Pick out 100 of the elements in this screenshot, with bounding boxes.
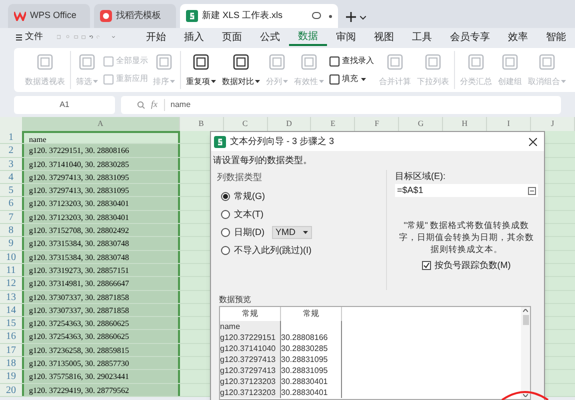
table-cell: g120. 37575816, 30. 29023441 <box>22 370 180 383</box>
table-cell: g120. 37123203, 30. 28830401 <box>22 197 180 210</box>
ribbon-tab[interactable]: 审阅 <box>327 28 365 46</box>
dialog-prompt: 请设置每列的数据类型。 <box>212 154 313 167</box>
caret-icon <box>93 80 98 83</box>
radio-button[interactable] <box>221 228 230 237</box>
name-box[interactable]: A1 <box>14 96 115 114</box>
radio-option[interactable]: 日期(D) YMD <box>221 226 386 239</box>
dialog-title: 文本分列向导 - 3 步骤之 3 <box>230 134 334 148</box>
table-cell: g120. 37141040, 30. 28830285 <box>22 158 180 170</box>
document-tab[interactable]: WPS Office <box>8 4 90 28</box>
tool-icon <box>467 52 485 70</box>
scroll-up-icon[interactable] <box>523 308 528 312</box>
quick-access-icons-drawing <box>57 32 100 42</box>
scroll-down-icon[interactable] <box>523 394 528 396</box>
tool-icon <box>300 52 318 70</box>
scrollbar[interactable] <box>521 306 530 398</box>
negative-checkbox-option[interactable]: 按负号跟踪负数(M) <box>395 259 538 272</box>
tool-icon <box>386 52 404 70</box>
new-tab-icon[interactable] <box>346 12 356 22</box>
caret-icon <box>283 80 288 83</box>
file-menu[interactable]: 文件 <box>16 30 43 44</box>
row-number: 15 <box>0 317 22 330</box>
row-number: 10 <box>0 250 22 263</box>
radio-button[interactable] <box>221 246 230 255</box>
target-range-field[interactable]: =$A$1 <box>395 184 538 197</box>
ribbon-tab[interactable]: 开始 <box>137 28 175 46</box>
caret-icon <box>211 80 216 83</box>
row-number: 9 <box>0 237 22 250</box>
date-format-dropdown[interactable]: YMD <box>272 226 312 239</box>
row-number: 12 <box>0 277 22 290</box>
preview-cell: g120.37141040 <box>220 344 276 352</box>
row-number: 19 <box>0 370 22 383</box>
table-cell: g120. 37297413, 30. 28831095 <box>22 170 180 184</box>
ribbon-tab[interactable]: 视图 <box>365 28 403 46</box>
row-number: 4 <box>0 170 22 184</box>
preview-cell: 30.28831095 <box>281 354 328 364</box>
column-header[interactable]: A <box>22 117 180 131</box>
radio-option[interactable]: 不导入此列(跳过)(I) <box>221 244 386 257</box>
table-cell: g120. 37315384, 30. 28830748 <box>22 237 180 250</box>
search-icon[interactable] <box>137 101 145 109</box>
table-cell: name <box>22 131 180 144</box>
row-number: 1 <box>0 131 22 144</box>
chevron-down-icon[interactable] <box>112 35 115 39</box>
row-number: 16 <box>0 330 22 343</box>
ribbon-button[interactable]: 数据对比 <box>221 52 261 88</box>
tool-icon <box>538 52 556 70</box>
scroll-thumb[interactable] <box>522 314 528 324</box>
tool-icon <box>78 52 96 70</box>
caret-icon <box>319 80 324 83</box>
formula-field[interactable]: name <box>164 99 191 111</box>
radio-button[interactable] <box>221 192 230 201</box>
docer-logo-icon <box>100 10 112 22</box>
ribbon-tab[interactable]: 效率 <box>499 28 537 46</box>
table-cell: g120. 37123203, 30. 28830401 <box>22 210 180 224</box>
tool-icon <box>268 52 286 70</box>
ribbon-small-button[interactable]: 填充 <box>329 73 374 85</box>
ribbon-tab[interactable]: 智能 <box>537 28 575 46</box>
close-icon[interactable] <box>529 138 537 146</box>
row-number: 3 <box>0 158 22 170</box>
row-number: 20 <box>0 384 22 396</box>
ribbon-small-button[interactable]: 查找录入 <box>329 55 374 67</box>
tool-icon <box>329 56 340 66</box>
table-cell: g120. 37254363, 30. 28860625 <box>22 330 180 343</box>
group-title: 列数据类型 <box>217 170 263 184</box>
caret-icon <box>361 78 366 80</box>
radio-button[interactable] <box>221 210 230 219</box>
preview-cell: g120.37297413 <box>220 354 276 364</box>
range-picker-icon[interactable] <box>528 186 536 194</box>
tool-icon <box>424 52 442 70</box>
radio-option[interactable]: 文本(T) <box>221 208 386 221</box>
document-tab[interactable]: 新建 XLS 工作表.xls <box>180 4 338 28</box>
preview-cell: 30.28830401 <box>281 376 328 386</box>
document-tab[interactable]: 找稻壳模板 <box>94 4 176 28</box>
preview-cell: 30.28808166 <box>281 332 328 342</box>
table-cell: g120. 37315384, 30. 28830748 <box>22 250 180 263</box>
table-cell: g120. 37229419, 30. 28779562 <box>22 384 180 396</box>
cloud-icon <box>312 12 321 20</box>
ribbon-tab[interactable]: 页面 <box>213 28 251 46</box>
radio-option[interactable]: 常规(G) <box>221 190 386 203</box>
tool-icon <box>192 52 210 70</box>
ribbon-tab[interactable]: 插入 <box>175 28 213 46</box>
wps-logo-icon <box>14 11 26 21</box>
checkbox[interactable] <box>422 261 432 270</box>
preview-header[interactable]: 常规 <box>281 306 342 320</box>
table-cell: g120. 37307337, 30. 28871858 <box>22 290 180 303</box>
table-cell: g120. 37135005, 30. 28857730 <box>22 357 180 370</box>
table-cell: g120. 37319273, 30. 28857151 <box>22 264 180 276</box>
row-number: 6 <box>0 197 22 210</box>
ribbon-tab[interactable]: 工具 <box>403 28 441 46</box>
caret-icon <box>302 231 308 234</box>
ribbon-tab[interactable]: 会员专享 <box>441 28 499 46</box>
preview-cell: 30.28831095 <box>281 366 328 374</box>
chevron-down-icon[interactable] <box>360 16 366 20</box>
ribbon-tab[interactable]: 公式 <box>251 28 289 46</box>
function-icon[interactable]: fx <box>151 98 158 112</box>
ribbon-button[interactable]: 重复项 <box>185 52 217 88</box>
preview-cell: name <box>220 322 240 330</box>
ribbon-tab[interactable]: 数据 <box>289 28 327 46</box>
tool-icon <box>155 52 173 70</box>
